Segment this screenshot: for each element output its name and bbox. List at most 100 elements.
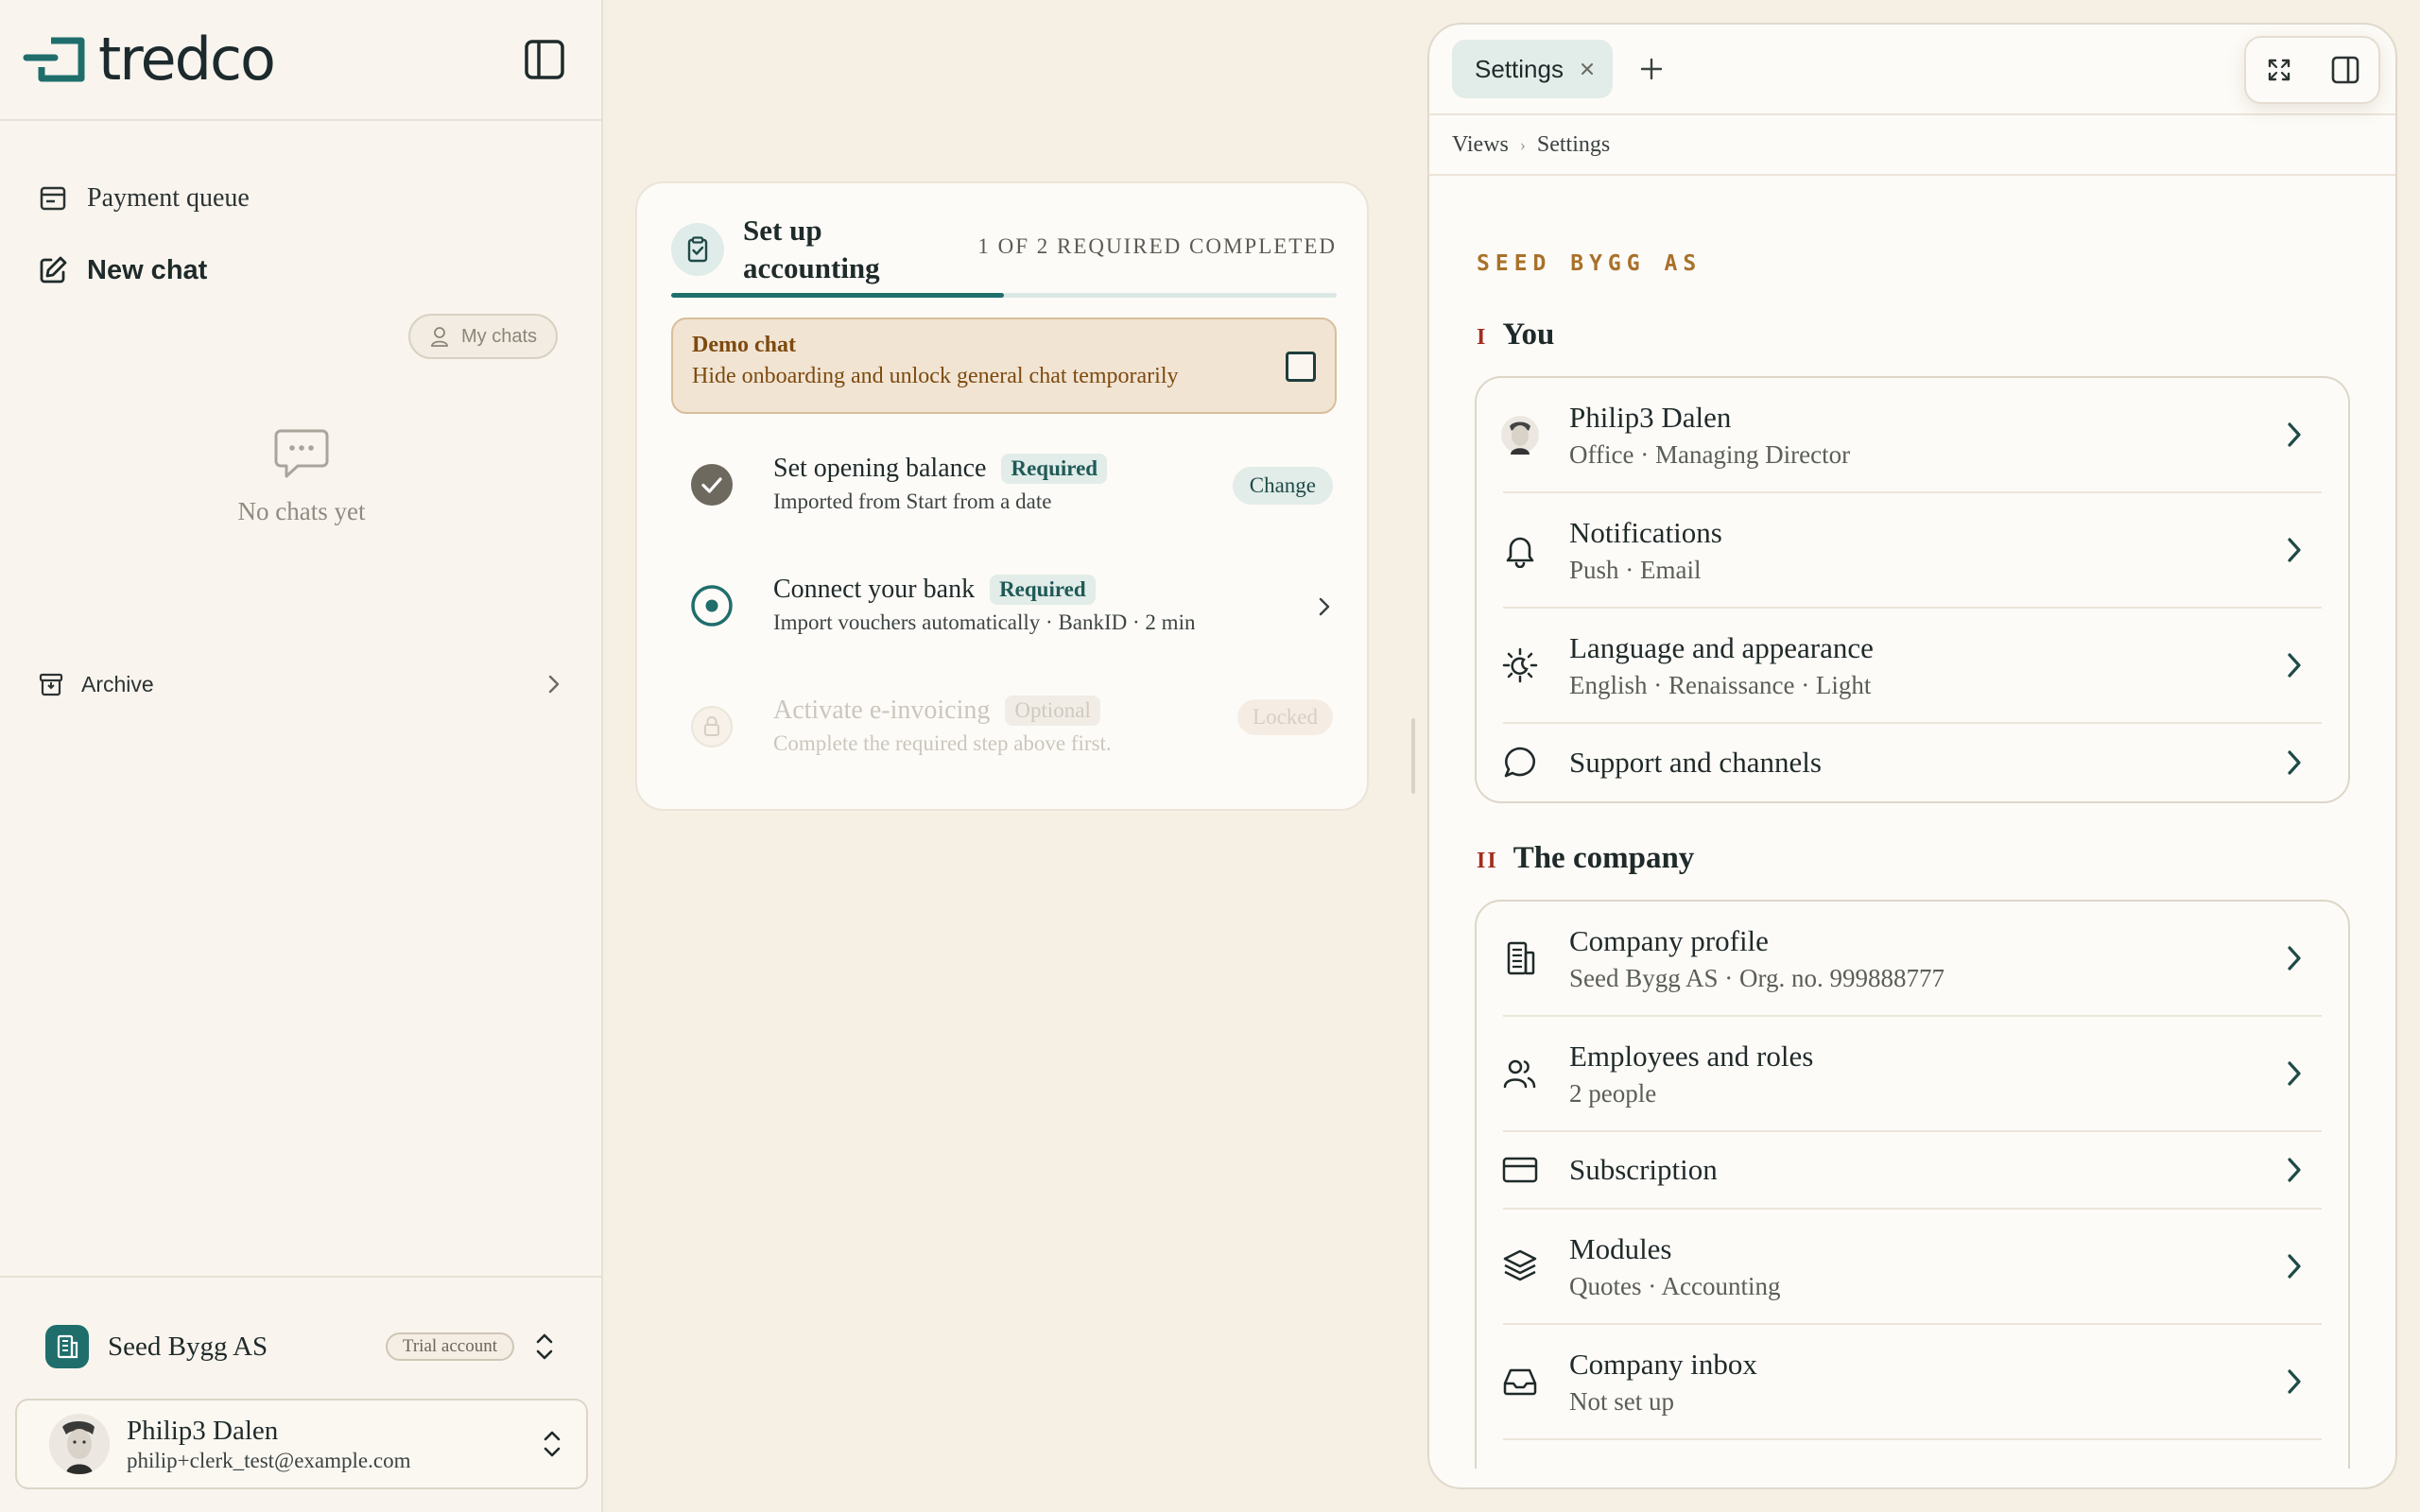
sidebar-toggle-icon: [525, 40, 564, 79]
onboarding-progress-text: 1 OF 2 REQUIRED COMPLETED: [977, 234, 1337, 258]
clipboard-check-icon: [671, 223, 724, 276]
onboarding-title: Set up accounting: [743, 214, 880, 284]
my-chats-label: My chats: [460, 325, 538, 347]
logo[interactable]: tredco: [23, 25, 276, 94]
settings-row-employees[interactable]: Employees and roles 2 people: [1503, 1017, 2322, 1132]
tab-label: Settings: [1475, 54, 1564, 83]
tab-settings[interactable]: Settings: [1452, 40, 1613, 98]
row-title: Employees and roles: [1569, 1039, 1814, 1073]
archive-icon: [39, 673, 63, 696]
chevron-right-icon: [2288, 422, 2301, 447]
active-step-icon: [691, 585, 733, 627]
side-panel-icon[interactable]: [2330, 55, 2360, 85]
user-icon: [431, 327, 448, 347]
settings-row-notifications[interactable]: Notifications Push · Email: [1503, 493, 2322, 609]
logo-text: tredco: [98, 25, 276, 94]
building-icon: [1499, 937, 1541, 979]
onboarding-header: Set up accounting 1 OF 2 REQUIRED COMPLE…: [671, 212, 1337, 289]
section-you-group: Philip3 Dalen Office · Managing Director…: [1475, 376, 2350, 803]
expand-icon[interactable]: [2265, 56, 2293, 84]
sidebar-nav: Payment queue New chat: [0, 121, 601, 306]
row-title: Notifications: [1569, 515, 1722, 549]
user-menu[interactable]: Philip3 Dalen philip+clerk_test@example.…: [15, 1399, 588, 1489]
onboarding-progress-fill: [671, 293, 1004, 298]
settings-panel: Settings Views › Settings SEED BYGG AS I…: [1427, 23, 2397, 1489]
onboarding-progress-bar: [671, 293, 1337, 298]
section-title: You: [1502, 318, 1555, 352]
sidebar-item-new-chat[interactable]: New chat: [38, 234, 601, 306]
company-switcher[interactable]: Seed Bygg AS Trial account: [45, 1323, 556, 1370]
row-subtitle: Office · Managing Director: [1569, 439, 1851, 469]
change-button[interactable]: Change: [1232, 467, 1333, 505]
step-title: Activate e-invoicing: [773, 696, 991, 725]
chevron-right-icon: [2288, 538, 2301, 562]
my-chats-filter[interactable]: My chats: [408, 314, 558, 359]
chevron-up-down-icon: [536, 1333, 553, 1360]
section-number: II: [1477, 849, 1498, 873]
inbox-icon: [1499, 1361, 1541, 1402]
step-opening-balance: Set opening balance Required Imported fr…: [690, 450, 1333, 525]
users-icon: [1499, 1053, 1541, 1094]
add-tab-icon[interactable]: [1637, 55, 1666, 83]
step-connect-bank[interactable]: Connect your bank Required Import vouche…: [690, 571, 1333, 646]
onboarding-card: Set up accounting 1 OF 2 REQUIRED COMPLE…: [635, 181, 1369, 811]
step-description: Imported from Start from a date: [773, 490, 1052, 513]
settings-row-company-profile[interactable]: Company profile Seed Bygg AS · Org. no. …: [1503, 902, 2322, 1017]
settings-row-subscription[interactable]: Subscription: [1502, 1132, 2322, 1210]
building-icon: [45, 1325, 89, 1368]
breadcrumb: Views › Settings: [1429, 115, 2395, 176]
empty-state-text: No chats yet: [237, 497, 366, 525]
settings-row-modules[interactable]: Modules Quotes · Accounting: [1503, 1210, 2322, 1325]
row-subtitle: Not set up: [1569, 1386, 1674, 1416]
row-subtitle: Seed Bygg AS · Org. no. 999888777: [1569, 963, 1945, 992]
toggle-sidebar-button[interactable]: [524, 39, 565, 80]
sidebar-footer: Seed Bygg AS Trial account Philip3 Dalen: [0, 1276, 601, 1512]
settings-row-profile[interactable]: Philip3 Dalen Office · Managing Director: [1501, 378, 2322, 493]
user-name: Philip3 Dalen: [127, 1415, 279, 1446]
section-company-title: II The company: [1477, 841, 1694, 876]
step-description: Complete the required step above first.: [773, 731, 1112, 755]
required-badge: Required: [990, 575, 1096, 605]
panel-tab-bar: Settings: [1429, 25, 2395, 115]
row-subtitle: English · Renaissance · Light: [1569, 670, 1872, 699]
settings-row-company-inbox[interactable]: Company inbox Not set up: [1503, 1325, 2322, 1440]
section-number: I: [1477, 325, 1488, 350]
chevron-right-icon: [2288, 946, 2301, 971]
chevron-right-icon: [2288, 1158, 2301, 1182]
user-email: philip+clerk_test@example.com: [127, 1448, 411, 1472]
chevron-right-icon: [548, 675, 560, 694]
chat-dots-icon: [274, 429, 329, 478]
sun-moon-icon: [1499, 644, 1541, 686]
close-icon[interactable]: [1579, 60, 1596, 77]
trial-badge: Trial account: [385, 1332, 514, 1361]
check-circle-icon: [691, 464, 733, 506]
archive-link[interactable]: Archive: [38, 662, 563, 707]
step-e-invoicing: Activate e-invoicing Optional Complete t…: [690, 692, 1333, 767]
demo-chat-description: Hide onboarding and unlock general chat …: [692, 364, 1179, 388]
archive-label: Archive: [81, 671, 154, 696]
step-title: Set opening balance: [773, 454, 987, 483]
settings-content[interactable]: SEED BYGG AS I You Philip3 Dalen Office …: [1429, 180, 2395, 1469]
demo-chat-toggle[interactable]: Demo chat Hide onboarding and unlock gen…: [671, 318, 1337, 414]
avatar: [49, 1414, 110, 1474]
breadcrumb-views[interactable]: Views: [1452, 132, 1509, 158]
demo-chat-checkbox[interactable]: [1286, 352, 1316, 382]
settings-row-language-appearance[interactable]: Language and appearance English · Renais…: [1502, 609, 2322, 724]
lock-icon: [691, 706, 733, 747]
empty-chats-state: No chats yet: [0, 427, 603, 526]
sidebar-item-payment-queue[interactable]: Payment queue: [38, 163, 601, 234]
breadcrumb-separator: ›: [1519, 134, 1526, 154]
row-title: Company inbox: [1569, 1347, 1757, 1381]
resize-handle[interactable]: [1411, 718, 1415, 794]
settings-row-support[interactable]: Support and channels: [1503, 724, 2322, 801]
sidebar: tredco Payment queue New chat My chats N…: [0, 0, 603, 1512]
row-subtitle: 2 people: [1569, 1078, 1657, 1108]
section-title: The company: [1512, 841, 1695, 875]
organization-label: SEED BYGG AS: [1477, 251, 1703, 276]
step-title: Connect your bank: [773, 575, 976, 604]
locked-badge: Locked: [1237, 699, 1333, 735]
section-company-group: Company profile Seed Bygg AS · Org. no. …: [1475, 900, 2350, 1469]
credit-card-icon: [1499, 1149, 1541, 1191]
row-title: Company profile: [1569, 923, 1769, 957]
section-you-title: I You: [1477, 318, 1554, 352]
